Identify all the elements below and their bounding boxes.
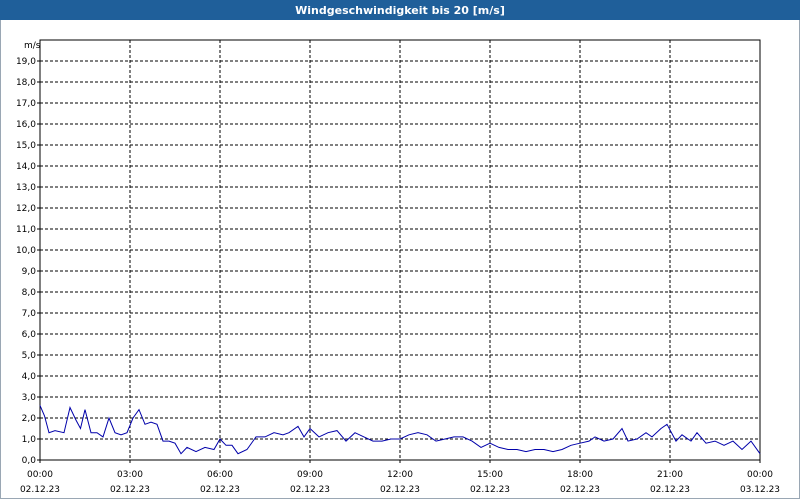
- x-tick-time-label: 03:00: [117, 470, 143, 480]
- y-tick-label: 17,0: [16, 99, 36, 109]
- y-tick-label: 16,0: [16, 120, 36, 130]
- y-tick-label: 18,0: [16, 78, 36, 88]
- x-tick-time-label: 00:00: [747, 470, 773, 480]
- x-tick-time-label: 18:00: [567, 470, 593, 480]
- y-tick-label: 2,0: [22, 414, 37, 424]
- x-tick-date-label: 02.12.23: [20, 485, 60, 495]
- x-tick-date-label: 02.12.23: [650, 485, 690, 495]
- x-tick-time-label: 12:00: [387, 470, 413, 480]
- x-tick-date-label: 02.12.23: [380, 485, 420, 495]
- x-tick-time-label: 06:00: [207, 470, 233, 480]
- x-tick-date-label: 02.12.23: [470, 485, 510, 495]
- x-tick-date-label: 02.12.23: [200, 485, 240, 495]
- x-tick-time-label: 09:00: [297, 470, 323, 480]
- x-tick-date-label: 02.12.23: [110, 485, 150, 495]
- y-tick-label: 3,0: [22, 393, 37, 403]
- x-tick-time-label: 15:00: [477, 470, 503, 480]
- y-tick-label: 11,0: [16, 225, 36, 235]
- y-tick-label: 5,0: [22, 351, 37, 361]
- y-axis-unit-label: m/s: [24, 41, 41, 51]
- y-tick-label: 0,0: [22, 456, 37, 466]
- y-tick-label: 8,0: [22, 288, 37, 298]
- x-tick-labels: 00:00 02.12.23 03:00 02.12.23 06:00 02.12.23 0…: [20, 470, 780, 495]
- y-tick-label: 7,0: [22, 309, 37, 319]
- y-tick-label: 12,0: [16, 204, 36, 214]
- grid-lines: [40, 40, 760, 460]
- x-tick-time-label: 21:00: [657, 470, 683, 480]
- y-tick-label: 9,0: [22, 267, 37, 277]
- y-tick-label: 6,0: [22, 330, 37, 340]
- y-tick-label: 1,0: [22, 435, 37, 445]
- y-tick-label: 4,0: [22, 372, 37, 382]
- x-tick-date-label: 03.12.23: [740, 485, 780, 495]
- y-tick-label: 15,0: [16, 141, 36, 151]
- y-tick-label: 13,0: [16, 183, 36, 193]
- y-tick-label: 10,0: [16, 246, 36, 256]
- x-tick-date-label: 02.12.23: [290, 485, 330, 495]
- x-tick-date-label: 02.12.23: [560, 485, 600, 495]
- y-tick-label: 14,0: [16, 162, 36, 172]
- wind-speed-chart: 0,0 1,0 2,0 3,0 4,0 5,0 6,0 7,0 8,0 9,0 10,0 11,0 12…: [16, 39, 780, 495]
- y-tick-label: 19,0: [16, 57, 36, 67]
- y-tick-labels: 0,0 1,0 2,0 3,0 4,0 5,0 6,0 7,0 8,0 9,0 10,0 11,0 12…: [16, 57, 36, 466]
- x-tick-time-label: 00:00: [27, 470, 53, 480]
